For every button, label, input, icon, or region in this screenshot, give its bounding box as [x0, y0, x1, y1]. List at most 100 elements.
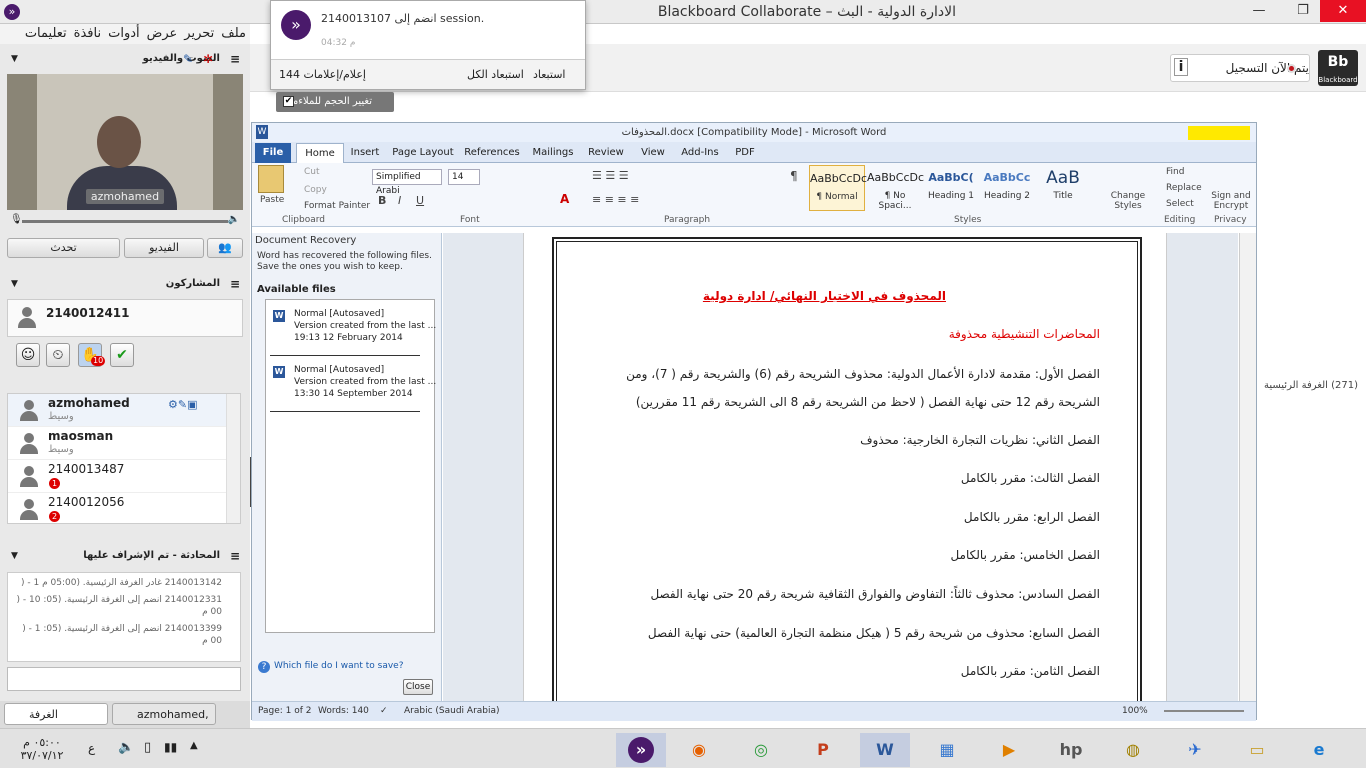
control-panel-icon[interactable]: ▦: [922, 733, 972, 767]
recovery-close-button[interactable]: Close: [403, 679, 433, 695]
bb-collaborate-taskbar-icon[interactable]: »: [616, 733, 666, 767]
recovered-file-item[interactable]: W Normal [Autosaved] Version created from…: [270, 360, 436, 412]
tab-review[interactable]: Review: [586, 143, 626, 163]
paste-icon[interactable]: [258, 165, 284, 193]
folder-icon[interactable]: ▭: [1232, 733, 1282, 767]
disc-icon[interactable]: ◍: [1108, 733, 1158, 767]
list-item[interactable]: maosman وسيط: [8, 427, 226, 460]
emoticon-icon[interactable]: ☺: [16, 343, 40, 367]
maximize-icon[interactable]: ❐: [1288, 0, 1318, 22]
hp-icon[interactable]: hp: [1046, 733, 1096, 767]
menu-edit[interactable]: تحرير: [184, 24, 214, 44]
align-icons[interactable]: ≡ ≡ ≡ ≡: [592, 193, 639, 206]
participants-header[interactable]: المشاركون ≡ ▼: [3, 273, 246, 295]
word-count[interactable]: Words: 140: [318, 702, 369, 720]
volume-slider[interactable]: 🎙 🔈: [10, 214, 240, 228]
replace-button[interactable]: Replace: [1166, 183, 1202, 193]
checkbox-icon[interactable]: ✔: [283, 96, 294, 107]
menu-tools[interactable]: أدوات: [108, 24, 140, 44]
collapse-icon[interactable]: ▼: [11, 48, 18, 70]
dismiss-link[interactable]: استبعاد: [533, 60, 565, 90]
list-scrollbar[interactable]: [226, 394, 240, 523]
paste-button[interactable]: Paste: [260, 195, 284, 205]
style-heading1[interactable]: AaBbC(Heading 1: [923, 165, 979, 211]
font-size-select[interactable]: 14: [448, 169, 480, 185]
volume-icon[interactable]: 🔈: [118, 740, 134, 755]
clock[interactable]: ٠٥:٠٠ م ٣٧/٠٧/١٢: [14, 736, 70, 762]
resize-to-fit-option[interactable]: ✔ تغيير الحجم للملاءمة: [276, 92, 394, 112]
firefox-icon[interactable]: ◉: [674, 733, 724, 767]
raise-hand-button[interactable]: ✋ 10: [78, 343, 106, 367]
zoom-level[interactable]: 100%: [1122, 702, 1148, 720]
tab-pdf[interactable]: PDF: [730, 143, 760, 163]
tab-references[interactable]: References: [464, 143, 520, 163]
approve-icon[interactable]: ✔: [110, 343, 134, 367]
dismiss-all-link[interactable]: استبعاد الكل: [467, 60, 524, 90]
network-icon[interactable]: ▮▮: [164, 740, 177, 754]
cut-button[interactable]: Cut: [304, 167, 320, 177]
close-icon[interactable]: ✕: [1320, 0, 1366, 22]
talk-button[interactable]: تحدث: [7, 238, 120, 258]
document-page[interactable]: المحذوف في الاختبار النهائي/ ادارة دولية…: [523, 233, 1167, 703]
document-scrollbar[interactable]: [1239, 233, 1256, 701]
style-normal[interactable]: AaBbCcDc ¶ Normal: [809, 165, 867, 211]
video-settings-icon[interactable]: ✲: [203, 52, 213, 66]
language-status[interactable]: Arabic (Saudi Arabia): [404, 702, 500, 720]
panel-menu-icon[interactable]: ≡: [230, 273, 240, 295]
change-styles-button[interactable]: Change Styles: [1108, 191, 1148, 211]
tab-mailings[interactable]: Mailings: [530, 143, 576, 163]
format-painter-button[interactable]: Format Painter: [304, 201, 370, 211]
font-name-select[interactable]: Simplified Arabi: [372, 169, 442, 196]
menu-help[interactable]: تعليمات: [25, 24, 67, 44]
style-heading2[interactable]: AaBbCc Heading 2: [979, 165, 1035, 211]
ie-icon[interactable]: e: [1294, 733, 1344, 767]
tab-insert[interactable]: Insert: [348, 143, 382, 163]
media-player-icon[interactable]: ▶: [984, 733, 1034, 767]
italic-icon[interactable]: I: [398, 194, 401, 207]
tab-room[interactable]: الغرفة: [4, 703, 108, 725]
panel-menu-icon[interactable]: ≡: [230, 48, 240, 70]
proofing-icon[interactable]: ✓: [380, 702, 388, 720]
chat-header[interactable]: المحادثة - تم الإشراف عليها ≡ ▼: [3, 545, 246, 567]
list-item[interactable]: 2140013487 1: [8, 460, 226, 493]
tray-expand-icon[interactable]: ▲: [190, 740, 198, 751]
underline-icon[interactable]: U: [416, 194, 424, 207]
chrome-icon[interactable]: ◎: [736, 733, 786, 767]
window-controls[interactable]: [1188, 126, 1250, 140]
menu-view[interactable]: عرض: [147, 24, 178, 44]
tools-icon[interactable]: ✈: [1170, 733, 1220, 767]
bold-icon[interactable]: B: [378, 194, 386, 207]
tab-page-layout[interactable]: Page Layout: [392, 143, 454, 163]
away-icon[interactable]: ⏲: [46, 343, 70, 367]
which-file-link[interactable]: Which file do I want to save?: [274, 661, 404, 671]
font-color-icon[interactable]: A: [560, 192, 569, 206]
select-button[interactable]: Select: [1166, 199, 1194, 209]
find-button[interactable]: Find: [1166, 167, 1184, 177]
tab-addins[interactable]: Add-Ins: [680, 143, 720, 163]
style-no-spacing[interactable]: AaBbCcDc ¶ No Spaci...: [867, 165, 924, 211]
page-count[interactable]: Page: 1 of 2: [258, 702, 312, 720]
collapse-icon[interactable]: ▼: [11, 273, 18, 295]
paragraph-mark-icon[interactable]: ¶: [790, 169, 798, 183]
video-button[interactable]: الفيديو: [124, 238, 204, 258]
minimize-icon[interactable]: —: [1244, 0, 1274, 22]
menu-file[interactable]: ملف: [221, 24, 246, 44]
info-icon[interactable]: i: [1174, 58, 1188, 76]
powerpoint-icon[interactable]: P: [798, 733, 848, 767]
chat-input[interactable]: [7, 667, 241, 691]
tab-view[interactable]: View: [636, 143, 670, 163]
recovered-file-item[interactable]: W Normal [Autosaved] Version created from…: [270, 304, 436, 356]
panel-menu-icon[interactable]: ≡: [230, 545, 240, 567]
talk-settings-icon[interactable]: ✎: [183, 52, 193, 66]
menu-window[interactable]: نافذة: [74, 24, 101, 44]
word-taskbar-icon[interactable]: W: [860, 733, 910, 767]
style-title[interactable]: AaB Title: [1035, 165, 1091, 211]
input-language[interactable]: ع: [88, 741, 95, 755]
battery-icon[interactable]: ▯: [144, 740, 151, 755]
sign-encrypt-button[interactable]: Sign and Encrypt: [1208, 191, 1254, 211]
list-item[interactable]: azmohamed وسيط ⚙✎▣: [8, 394, 226, 427]
tab-home[interactable]: Home: [296, 143, 344, 163]
view-participants-icon[interactable]: 👥: [207, 238, 243, 258]
tab-private-chat[interactable]: azmohamed, ...: [112, 703, 216, 743]
zoom-slider[interactable]: [1164, 710, 1244, 712]
